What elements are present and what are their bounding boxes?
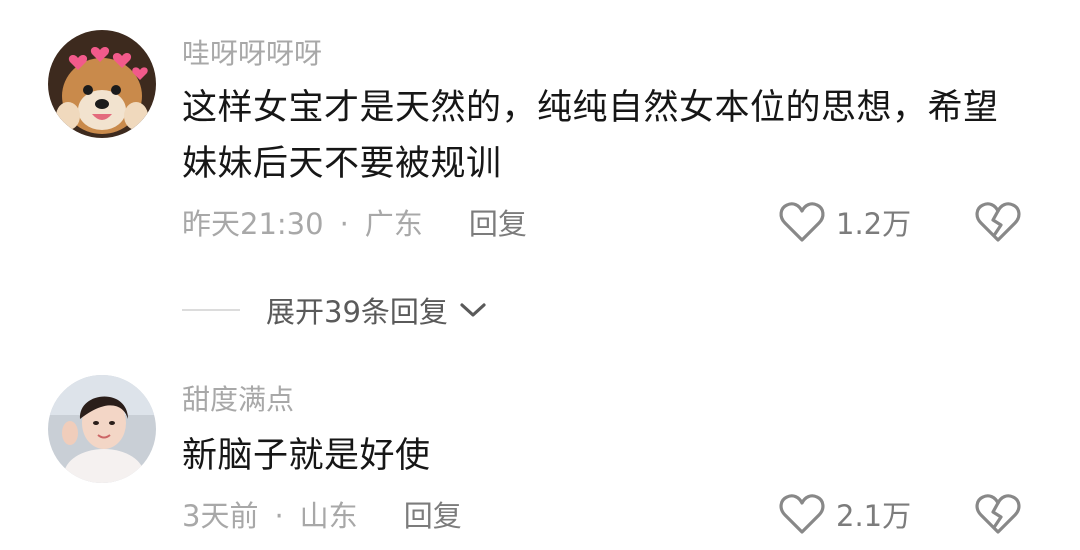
like-count: 2.1万 bbox=[836, 499, 912, 533]
heart-outline-icon bbox=[779, 202, 825, 242]
meta-separator: · bbox=[339, 207, 349, 241]
chevron-down-icon bbox=[460, 303, 486, 317]
reply-button[interactable]: 回复 bbox=[404, 499, 462, 533]
comment-location: 山东 bbox=[299, 499, 358, 533]
reply-button[interactable]: 回复 bbox=[469, 207, 527, 241]
expand-replies-label: 展开39条回复 bbox=[266, 295, 448, 329]
dislike-button[interactable] bbox=[974, 200, 1022, 248]
like-button[interactable]: 1.2万 bbox=[778, 200, 911, 244]
username[interactable]: 甜度满点 bbox=[182, 386, 294, 414]
user-avatar[interactable] bbox=[48, 30, 156, 138]
divider-line bbox=[182, 309, 240, 311]
broken-heart-icon bbox=[975, 494, 1021, 534]
like-count: 1.2万 bbox=[836, 207, 912, 241]
comment-meta: 3天前 · 山东 回复 bbox=[182, 500, 462, 532]
expand-replies-button[interactable]: 展开39条回复 bbox=[182, 289, 488, 331]
heart-outline-icon bbox=[779, 494, 825, 534]
dislike-button[interactable] bbox=[974, 492, 1022, 540]
like-button[interactable]: 2.1万 bbox=[778, 492, 911, 536]
user-avatar[interactable] bbox=[48, 375, 156, 483]
comment-text: 新脑子就是好使 bbox=[182, 436, 431, 476]
comment-time: 昨天21:30 bbox=[182, 207, 324, 241]
username[interactable]: 哇呀呀呀呀 bbox=[182, 40, 322, 68]
comment-meta: 昨天21:30 · 广东 回复 bbox=[182, 208, 527, 240]
comment-text: 这样女宝才是天然的，纯纯自然女本位的思想，希望妹妹后天不要被规训 bbox=[182, 88, 999, 184]
meta-separator: · bbox=[274, 499, 284, 533]
broken-heart-icon bbox=[975, 202, 1021, 242]
comment-time: 3天前 bbox=[182, 499, 259, 533]
comment-location: 广东 bbox=[364, 207, 423, 241]
comment-list: 哇呀呀呀呀 这样女宝才是天然的，纯纯自然女本位的思想，希望妹妹后天不要被规训 昨… bbox=[0, 0, 1080, 550]
